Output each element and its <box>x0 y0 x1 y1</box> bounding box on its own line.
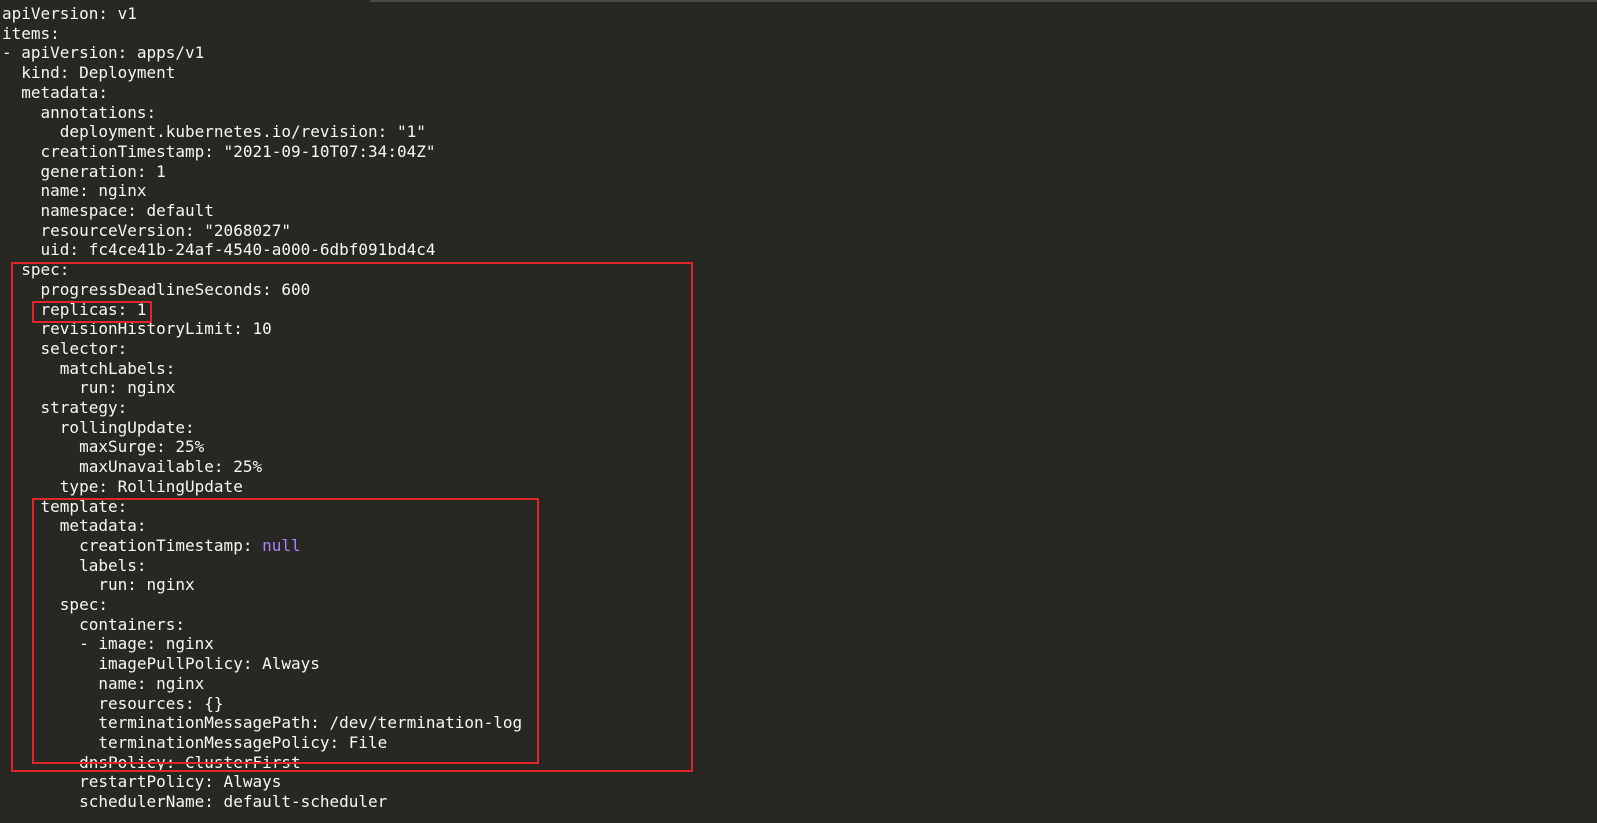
yaml-line: dnsPolicy: ClusterFirst <box>2 752 301 772</box>
yaml-line: terminationMessagePath: /dev/termination… <box>2 713 523 733</box>
yaml-line: deployment.kubernetes.io/revision: "1" <box>2 122 426 142</box>
yaml-line: type: RollingUpdate <box>2 476 243 496</box>
yaml-line: name: nginx <box>2 673 205 693</box>
yaml-line: items: <box>2 23 60 43</box>
yaml-line: rollingUpdate: <box>2 417 195 437</box>
yaml-line: apiVersion: v1 <box>2 4 137 23</box>
yaml-line: metadata: <box>2 516 147 536</box>
window-top-edge <box>370 0 1597 2</box>
yaml-line: resourceVersion: "2068027" <box>2 220 291 240</box>
yaml-line: run: nginx <box>2 378 176 398</box>
yaml-line: selector: <box>2 338 128 358</box>
yaml-line: name: nginx <box>2 181 147 201</box>
yaml-line: - apiVersion: apps/v1 <box>2 43 205 63</box>
yaml-line: matchLabels: <box>2 358 176 378</box>
yaml-line: generation: 1 <box>2 161 166 181</box>
yaml-line: uid: fc4ce41b-24af-4540-a000-6dbf091bd4c… <box>2 240 436 260</box>
yaml-line: revisionHistoryLimit: 10 <box>2 319 272 339</box>
yaml-line: schedulerName: default-scheduler <box>2 792 388 811</box>
yaml-line: - image: nginx <box>2 634 214 654</box>
yaml-line-with-null: creationTimestamp: null <box>2 536 301 556</box>
yaml-line: strategy: <box>2 398 128 417</box>
yaml-line: spec: <box>2 260 70 280</box>
yaml-line: restartPolicy: Always <box>2 772 282 792</box>
yaml-line: run: nginx <box>2 575 195 595</box>
yaml-line: spec: <box>2 595 108 614</box>
yaml-line: replicas: 1 <box>2 299 147 319</box>
terminal-output: apiVersion: v1 items: - apiVersion: apps… <box>2 4 1597 823</box>
yaml-line: annotations: <box>2 102 157 122</box>
yaml-line: maxSurge: 25% <box>2 437 205 457</box>
yaml-line: creationTimestamp: "2021-09-10T07:34:04Z… <box>2 141 436 161</box>
yaml-key: creationTimestamp: <box>2 535 263 555</box>
yaml-line: labels: <box>2 555 147 575</box>
yaml-line: resources: {} <box>2 693 224 713</box>
yaml-line: progressDeadlineSeconds: 600 <box>2 279 311 299</box>
yaml-line: metadata: <box>2 82 108 102</box>
yaml-line: terminationMessagePolicy: File <box>2 732 388 752</box>
null-keyword: null <box>262 535 301 555</box>
yaml-line: containers: <box>2 614 186 634</box>
yaml-line: imagePullPolicy: Always <box>2 654 320 674</box>
yaml-line: maxUnavailable: 25% <box>2 457 263 477</box>
yaml-line: namespace: default <box>2 201 214 220</box>
yaml-line: kind: Deployment <box>2 63 176 83</box>
yaml-line: template: <box>2 496 128 516</box>
